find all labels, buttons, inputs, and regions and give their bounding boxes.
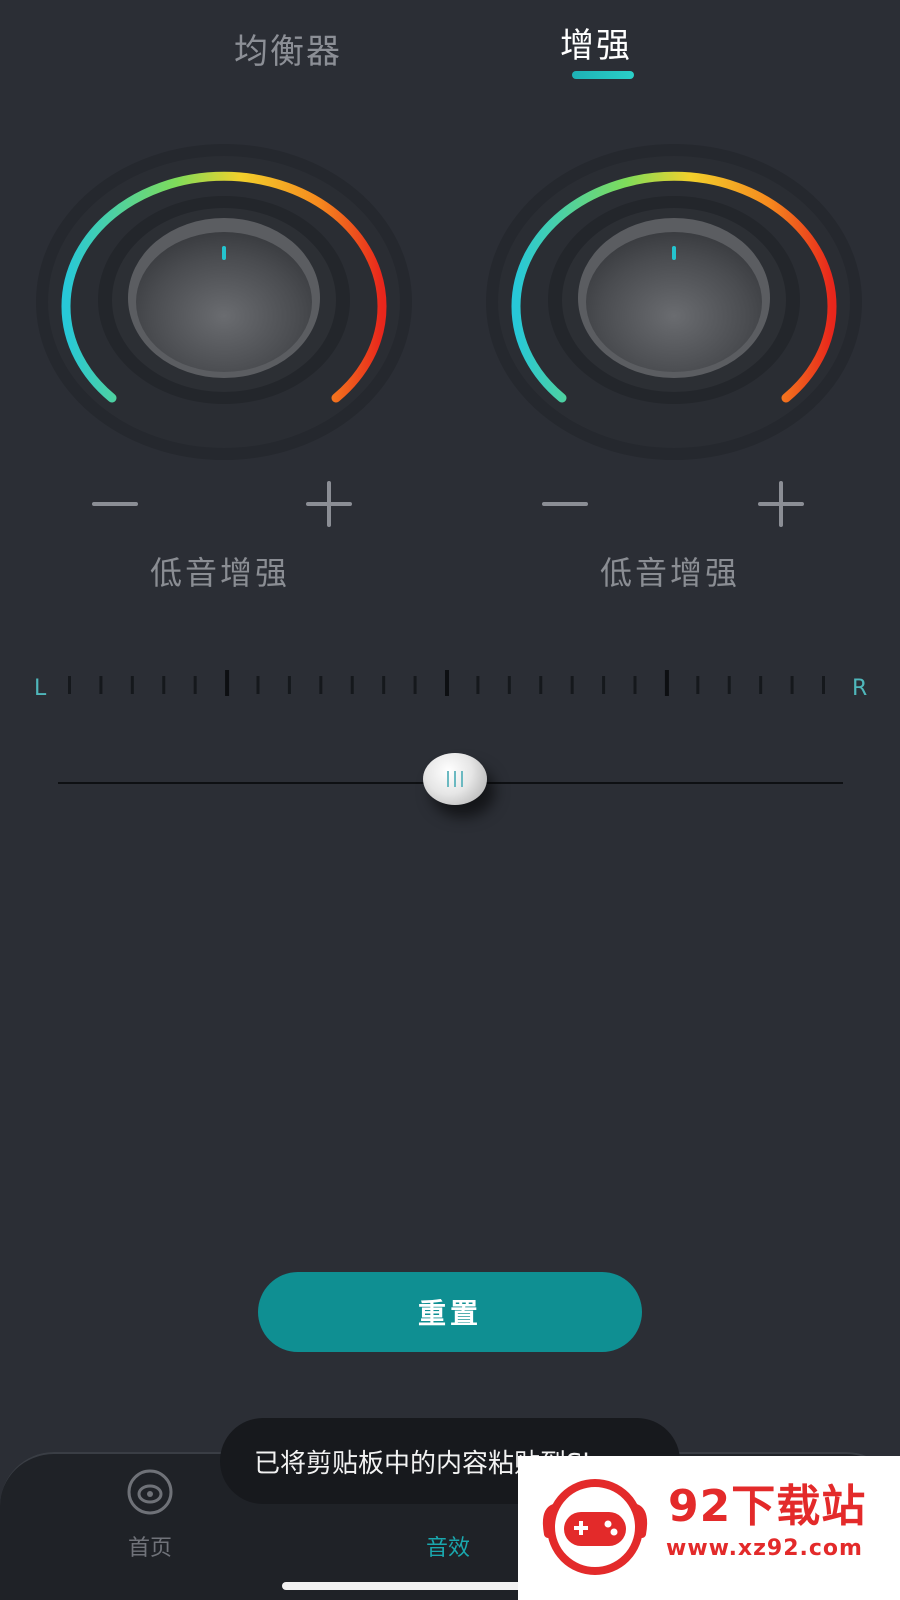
grip-icon bbox=[446, 771, 465, 787]
watermark-url: www.xz92.com bbox=[666, 1536, 863, 1561]
scale-tick bbox=[759, 676, 763, 694]
scale-tick bbox=[507, 676, 511, 694]
scale-tick bbox=[99, 676, 103, 694]
nav-label-home: 首页 bbox=[128, 1536, 173, 1561]
watermark-92xz: 92下载站 www.xz92.com bbox=[518, 1456, 900, 1600]
tab-equalizer[interactable]: 均衡器 bbox=[234, 24, 342, 73]
reset-button[interactable]: 重置 bbox=[258, 1272, 642, 1352]
scale-tick bbox=[350, 676, 354, 694]
balance-right-label: R bbox=[852, 676, 868, 701]
disc-icon bbox=[127, 1469, 173, 1515]
scale-tick bbox=[539, 676, 543, 694]
scale-tick bbox=[790, 676, 794, 694]
balance-slider-thumb[interactable] bbox=[422, 753, 487, 805]
scale-tick bbox=[822, 676, 825, 694]
scale-tick bbox=[225, 670, 230, 696]
active-tab-indicator bbox=[572, 71, 634, 79]
scale-tick bbox=[413, 676, 417, 694]
scale-tick bbox=[68, 676, 71, 694]
scale-tick bbox=[570, 676, 574, 694]
scale-tick bbox=[319, 676, 323, 694]
scale-tick bbox=[162, 676, 166, 694]
nav-label-effects: 音效 bbox=[426, 1536, 471, 1561]
balance-scale bbox=[68, 670, 825, 696]
bass-left-label: 低音增强 bbox=[150, 554, 291, 592]
nav-item-effects[interactable]: 音效 bbox=[410, 1520, 490, 1561]
watermark-title: 92下载站 bbox=[668, 1481, 867, 1532]
bass-boost-knob-right[interactable] bbox=[484, 142, 864, 462]
bass-right-label: 低音增强 bbox=[600, 554, 741, 592]
tab-enhance[interactable]: 增强 bbox=[560, 18, 632, 67]
balance-left-label: L bbox=[34, 676, 47, 701]
gamepad-logo-icon bbox=[542, 1479, 648, 1575]
bass-left-plus-button[interactable] bbox=[306, 481, 352, 527]
scale-tick bbox=[664, 670, 669, 696]
scale-tick bbox=[287, 676, 291, 694]
scale-tick bbox=[727, 676, 731, 694]
scale-tick bbox=[696, 676, 700, 694]
bass-boost-knob-left[interactable] bbox=[34, 142, 414, 462]
nav-item-home[interactable]: 首页 bbox=[104, 1462, 196, 1562]
scale-tick bbox=[445, 670, 449, 696]
scale-tick bbox=[476, 676, 480, 694]
scale-tick bbox=[130, 676, 134, 694]
scale-tick bbox=[633, 676, 637, 694]
scale-tick bbox=[382, 676, 386, 694]
bass-right-minus-button[interactable] bbox=[542, 484, 588, 524]
bass-left-minus-button[interactable] bbox=[92, 484, 138, 524]
scale-tick bbox=[193, 676, 197, 694]
bass-right-plus-button[interactable] bbox=[758, 481, 804, 527]
scale-tick bbox=[256, 676, 260, 694]
scale-tick bbox=[602, 676, 606, 694]
